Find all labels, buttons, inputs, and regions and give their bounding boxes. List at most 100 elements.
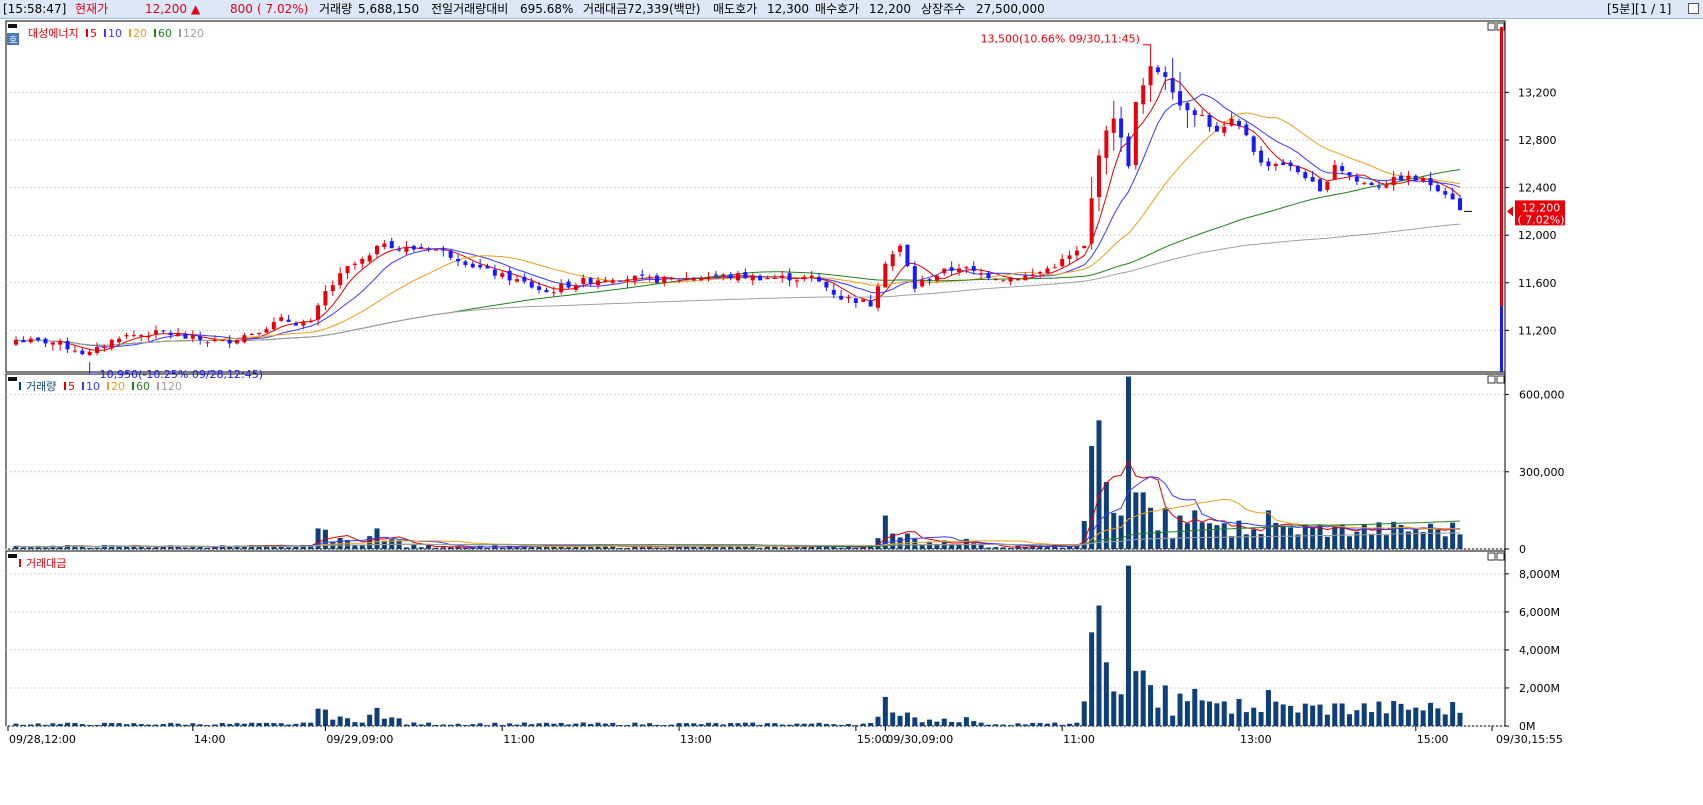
price-candle	[522, 276, 527, 282]
turnover-bar	[1155, 707, 1161, 726]
volume-bar	[912, 538, 918, 549]
volume-pane-maximize-icon	[1496, 375, 1505, 384]
volume-bar	[1413, 529, 1419, 549]
x-tick-label: 09/29,09:00	[326, 733, 393, 746]
price-candle	[979, 273, 984, 275]
price-candle	[478, 264, 483, 268]
turnover-bar	[1310, 705, 1316, 726]
turnover-bar	[168, 722, 174, 726]
volume-bar	[1265, 510, 1271, 549]
turnover-bar	[838, 724, 844, 726]
price-candle	[964, 267, 969, 269]
turnover-bar	[1096, 605, 1102, 726]
volume-bar	[698, 546, 704, 549]
volume-bar	[1310, 526, 1316, 549]
chart-area: 13,200 12,800 12,400 12,000 11,600 11,200 13,5…	[5, 20, 1565, 746]
price-candle	[28, 338, 33, 343]
turnover-bar	[1015, 723, 1021, 726]
turnover-bar	[263, 722, 269, 726]
turnover-bar	[1229, 713, 1235, 726]
price-candle	[448, 250, 453, 258]
header-shares-label: 상장주수	[921, 2, 966, 16]
header-price: 12,200	[145, 2, 187, 16]
turnover-bar	[1067, 723, 1073, 726]
price-candle	[1443, 191, 1448, 195]
header-period[interactable]: [5분][1 / 1]	[1607, 2, 1671, 16]
price-candle	[566, 281, 571, 288]
turnover-bar	[676, 723, 682, 726]
turnover-bar	[949, 721, 955, 726]
turnover-bar	[1280, 704, 1286, 726]
turnover-bar	[868, 723, 874, 726]
turnover-bar	[1420, 710, 1426, 726]
price-candle	[772, 278, 777, 280]
price-candle	[153, 330, 158, 334]
price-legend-title: 대성에너지	[28, 27, 79, 40]
volume-pane-minimize-icon	[1487, 375, 1496, 384]
turnover-bar	[1207, 701, 1213, 726]
volume-tick-label: 0	[1519, 543, 1526, 556]
turnover-bar	[477, 723, 483, 726]
price-candle	[647, 276, 652, 279]
turnover-bar	[882, 696, 888, 726]
price-candle	[1185, 103, 1190, 111]
price-candle	[971, 266, 976, 271]
turnover-bar	[978, 722, 984, 726]
price-legend-swatch	[154, 29, 156, 37]
turnover-bar	[72, 722, 78, 726]
header-time: [15:58:47]	[3, 2, 67, 16]
turnover-bar	[1022, 724, 1028, 726]
volume-pane-menu-icon	[8, 377, 17, 381]
turnover-bar	[256, 722, 262, 726]
turnover-legend-title: 거래대금	[26, 557, 66, 570]
price-candle	[1458, 198, 1462, 211]
volume-legend-swatch	[107, 382, 109, 390]
turnover-bar	[1133, 671, 1139, 726]
turnover-bar	[182, 724, 188, 726]
price-candle	[264, 329, 269, 333]
price-candle	[470, 263, 475, 268]
price-candle	[868, 300, 873, 307]
turnover-bar	[602, 723, 608, 726]
price-candle	[713, 274, 718, 276]
turnover-bar	[558, 722, 564, 726]
price-candle	[1214, 125, 1219, 132]
turnover-tick-label: 6,000M	[1519, 606, 1560, 619]
turnover-bar	[212, 724, 218, 726]
price-candle	[1428, 178, 1433, 186]
turnover-bar	[521, 722, 527, 726]
price-candle	[308, 320, 313, 323]
volume-bar	[411, 544, 417, 549]
turnover-bar	[440, 724, 446, 726]
price-candle	[537, 286, 542, 290]
price-candle	[1421, 178, 1426, 182]
turnover-bar	[919, 722, 925, 726]
price-candle	[1060, 258, 1065, 267]
volume-bar	[1376, 522, 1382, 549]
price-candle	[1236, 120, 1241, 126]
volume-bar	[1133, 492, 1139, 549]
turnover-bar	[109, 722, 115, 726]
turnover-bar	[779, 724, 785, 726]
turnover-bar	[632, 722, 638, 726]
turnover-bar	[507, 723, 513, 726]
volume-bar	[1280, 525, 1286, 549]
price-candle	[375, 245, 379, 255]
price-candle	[662, 276, 667, 283]
price-candle	[397, 249, 402, 251]
price-candle	[581, 278, 586, 284]
volume-bar	[124, 546, 130, 549]
turnover-bar	[462, 725, 468, 726]
turnover-bar	[823, 723, 829, 726]
volume-bar	[345, 540, 351, 549]
x-tick-label: 15:00	[1417, 733, 1449, 746]
price-candle	[1376, 186, 1381, 188]
restore-icon[interactable]	[1688, 3, 1699, 14]
turnover-bar	[551, 723, 557, 726]
volume-bar	[462, 547, 468, 549]
volume-bar	[403, 547, 409, 549]
price-candle	[1104, 130, 1109, 158]
turnover-bar	[1361, 703, 1367, 726]
volume-bar	[1221, 523, 1227, 549]
turnover-bar	[322, 709, 328, 726]
